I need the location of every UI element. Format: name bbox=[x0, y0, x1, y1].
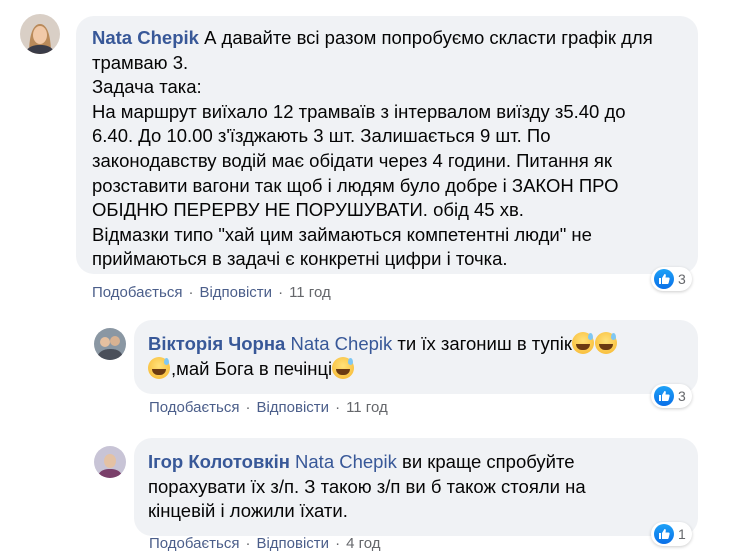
separator: · bbox=[245, 399, 251, 416]
grinning-sweat-emoji bbox=[148, 356, 170, 379]
comment-timestamp[interactable]: 4 год bbox=[346, 535, 380, 552]
comment-actions: Подобається · Відповісти · 11 год bbox=[149, 399, 388, 417]
comment-body: Nata Chepik А давайте всі разом попробує… bbox=[92, 26, 692, 272]
comment-line: ОБІДНЮ ПЕРЕРВУ НЕ ПОРУШУВАТИ. обід 45 хв… bbox=[92, 199, 524, 221]
separator: · bbox=[278, 284, 284, 301]
reaction-count[interactable]: 3 bbox=[651, 384, 692, 408]
comment-actions: Подобається · Відповісти · 11 год bbox=[92, 284, 331, 302]
avatar-photo bbox=[94, 328, 126, 360]
separator: · bbox=[335, 535, 341, 552]
comment-author[interactable]: Ігор Колотовкін bbox=[148, 451, 290, 472]
comment-body: Ігор Колотовкін Nata Chepik ви краще спр… bbox=[148, 450, 693, 524]
comment-line: порахувати їх з/п. З такою з/п ви б тако… bbox=[148, 475, 586, 497]
reaction-count-value: 3 bbox=[678, 271, 686, 287]
comment-line: На маршрут виїхало 12 трамваїв з інтерва… bbox=[92, 100, 626, 122]
comment-line: кінцевій і ложили їхати. bbox=[148, 500, 348, 522]
avatar-photo bbox=[94, 446, 126, 478]
comment-bubble: Nata Chepik А давайте всі разом попробує… bbox=[76, 16, 698, 274]
comment-line: трамваю 3. bbox=[92, 51, 189, 73]
comment-line: Задача така: bbox=[92, 76, 202, 98]
like-icon bbox=[654, 386, 674, 406]
avatar[interactable] bbox=[94, 446, 126, 478]
reply-button[interactable]: Відповісти bbox=[199, 284, 272, 301]
reaction-count-value: 3 bbox=[678, 388, 686, 404]
like-icon bbox=[654, 524, 674, 544]
comment-line: законодавству водій має обідати через 4 … bbox=[92, 149, 613, 171]
comment-timestamp[interactable]: 11 год bbox=[346, 399, 388, 416]
separator: · bbox=[335, 399, 341, 416]
grinning-sweat-emoji bbox=[332, 356, 355, 379]
comment-actions: Подобається · Відповісти · 4 год bbox=[149, 535, 380, 553]
reply-button[interactable]: Відповісти bbox=[256, 399, 329, 416]
like-button[interactable]: Подобається bbox=[92, 284, 182, 301]
comment-author[interactable]: Вікторія Чорна bbox=[148, 333, 285, 354]
comment-timestamp[interactable]: 11 год bbox=[289, 284, 331, 301]
like-button[interactable]: Подобається bbox=[149, 535, 239, 552]
grinning-sweat-emoji bbox=[594, 332, 617, 354]
comment-line: розставити вагони так щоб і людям було д… bbox=[92, 174, 619, 196]
like-button[interactable]: Подобається bbox=[149, 399, 239, 416]
comment-line: ,май Бога в печінці bbox=[171, 357, 333, 379]
grinning-sweat-emoji bbox=[571, 332, 594, 354]
reply-button[interactable]: Відповісти bbox=[256, 535, 329, 552]
avatar[interactable] bbox=[94, 328, 126, 360]
comment-line: А давайте всі разом попробуємо скласти г… bbox=[204, 27, 653, 48]
comment-bubble: Ігор Колотовкін Nata Chepik ви краще спр… bbox=[134, 438, 698, 536]
avatar-photo bbox=[20, 14, 60, 54]
comment-author[interactable]: Nata Chepik bbox=[92, 27, 199, 48]
comment-body: Вікторія Чорна Nata Chepik ти їх загониш… bbox=[148, 332, 693, 381]
comment-line: Відмазки типо "хай цим займаються компет… bbox=[92, 223, 592, 245]
separator: · bbox=[245, 535, 251, 552]
mention-link[interactable]: Nata Chepik bbox=[295, 451, 397, 472]
comment-line: ви краще спробуйте bbox=[401, 451, 575, 472]
reaction-count[interactable]: 1 bbox=[651, 522, 692, 546]
comment-line: приймаються в задачі є конкретні цифри і… bbox=[92, 248, 508, 270]
comment-line: ти їх загониш в тупік bbox=[397, 333, 572, 354]
comment-line: 6.40. До 10.00 з'їзджають 3 шт. Залишаєт… bbox=[92, 125, 551, 147]
separator: · bbox=[188, 284, 194, 301]
mention-link[interactable]: Nata Chepik bbox=[290, 333, 392, 354]
reaction-count-value: 1 bbox=[678, 526, 686, 542]
like-icon bbox=[654, 269, 674, 289]
comment-bubble: Вікторія Чорна Nata Chepik ти їх загониш… bbox=[134, 320, 698, 394]
avatar[interactable] bbox=[20, 14, 60, 54]
reaction-count[interactable]: 3 bbox=[651, 267, 692, 291]
